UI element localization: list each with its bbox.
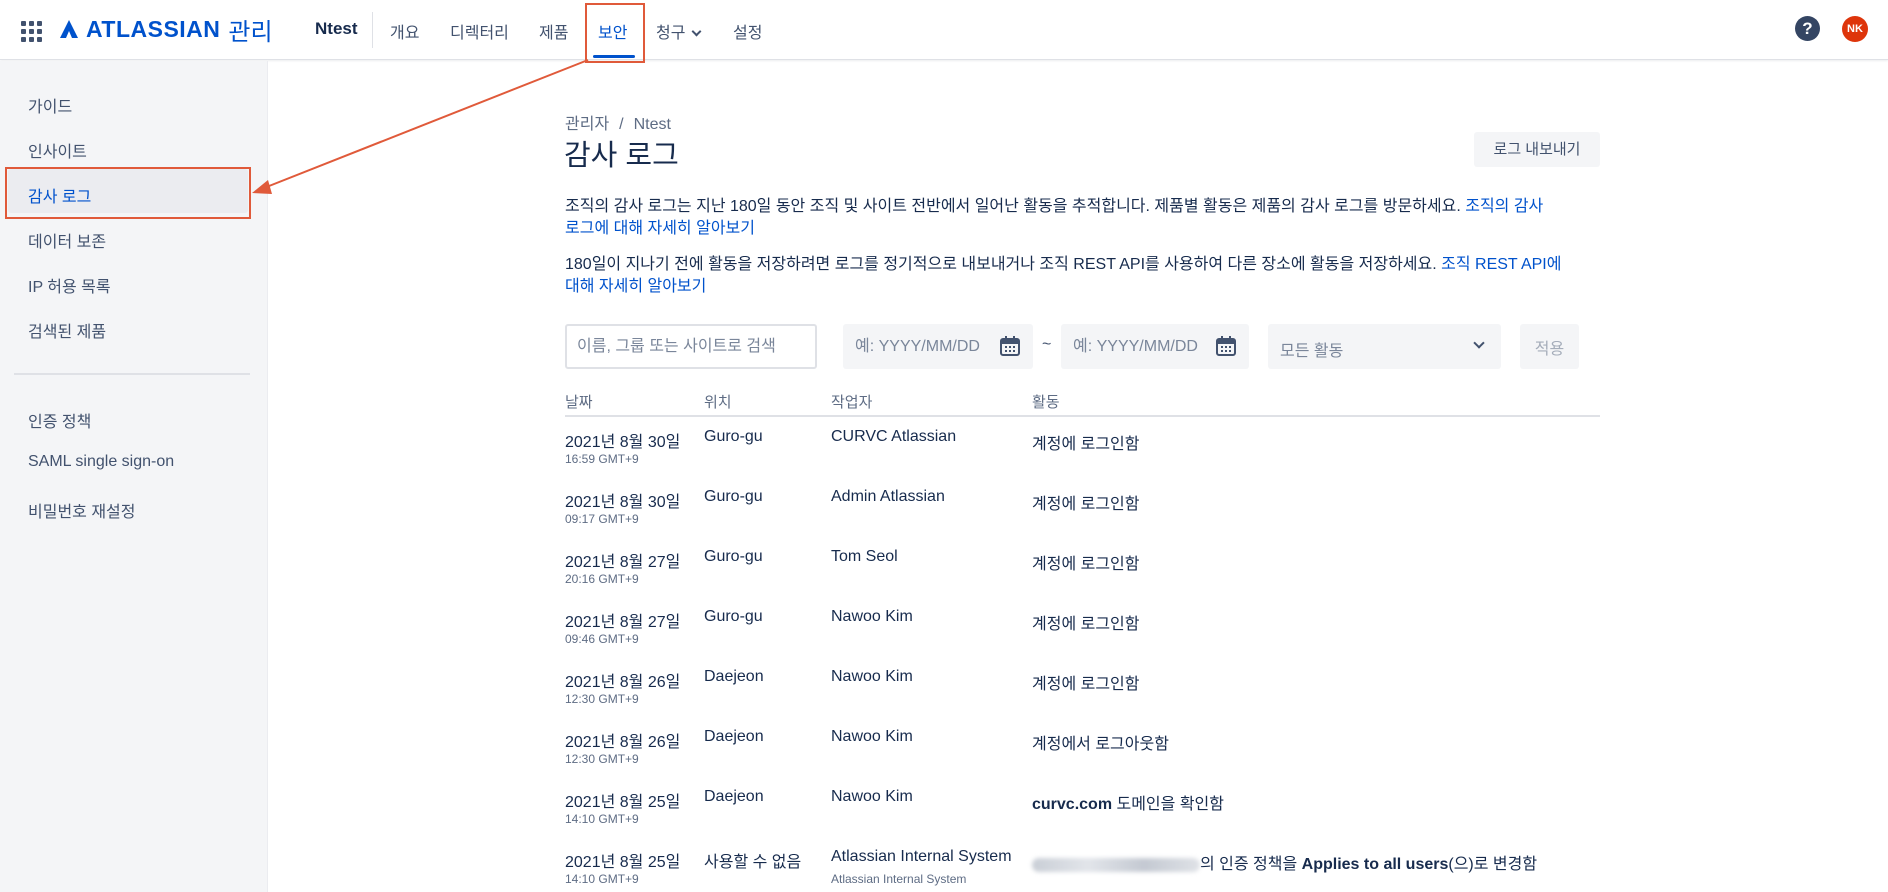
annotation-arrow	[252, 59, 589, 194]
